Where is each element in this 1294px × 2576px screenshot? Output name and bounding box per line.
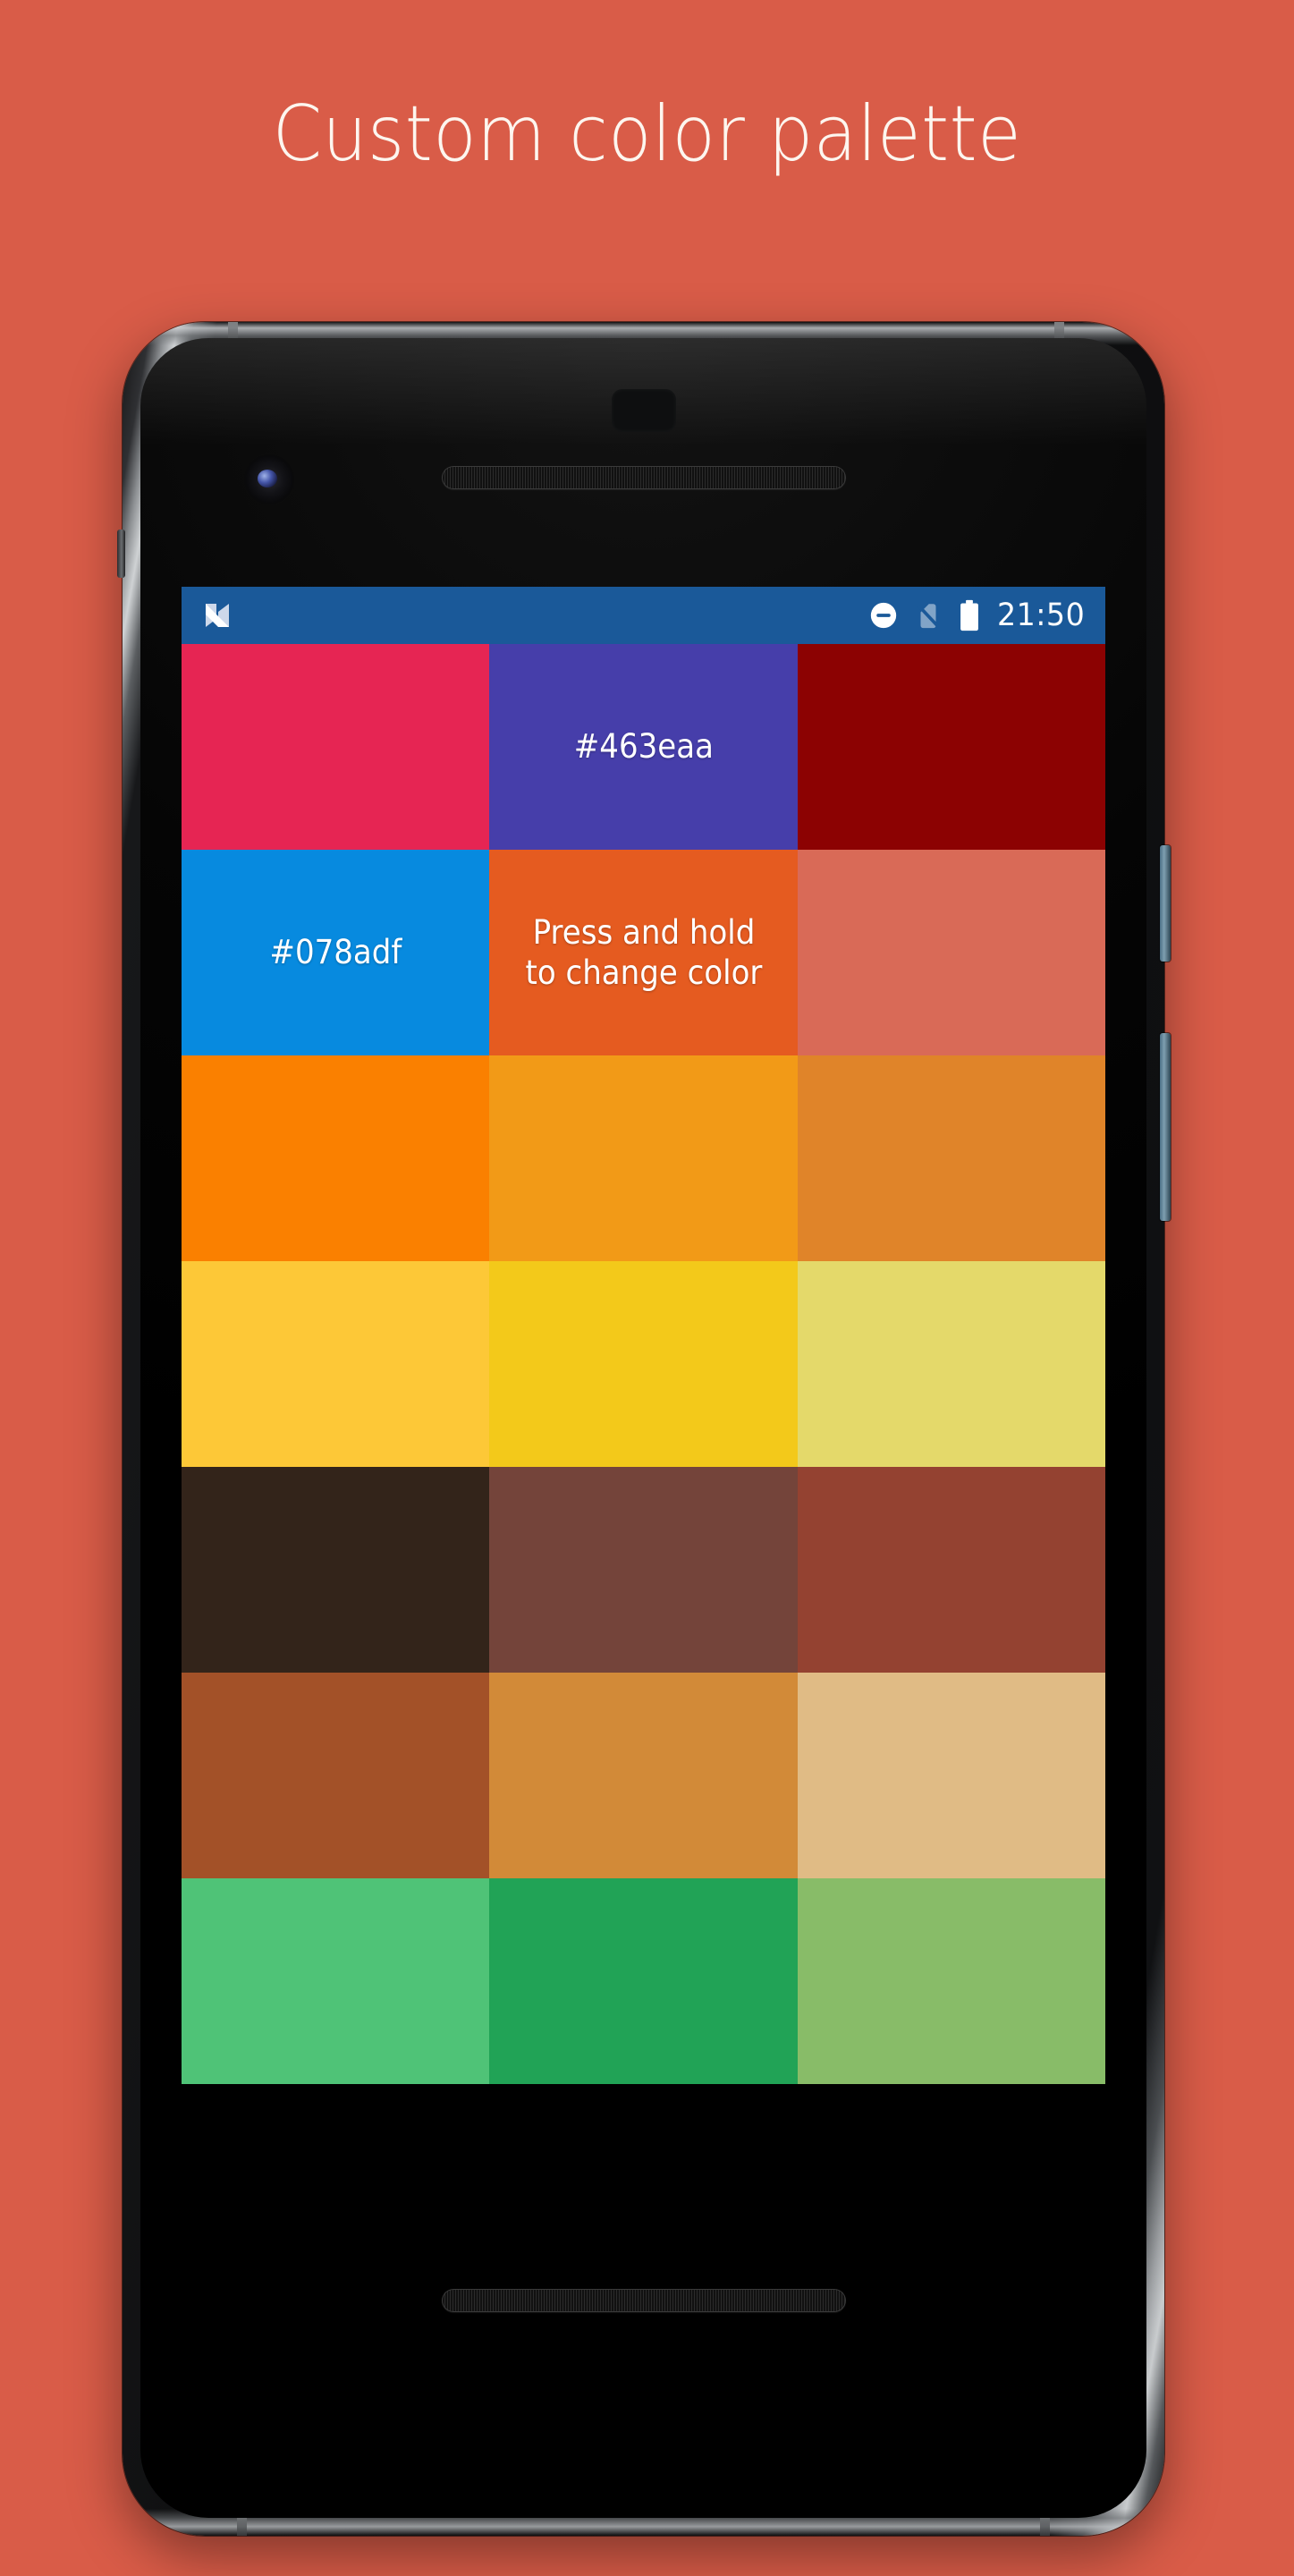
swatch-sienna[interactable] [182,1673,490,1878]
status-bar: 21:50 [182,587,1105,644]
color-swatch-label: #463eaa [573,727,714,767]
swatch-golden-yellow[interactable] [489,1261,798,1467]
swatch-tan[interactable] [797,1673,1105,1878]
phone-screen: 21:50 #463eaa #078adf Press and hold to ch… [182,587,1105,2100]
swatch-crimson[interactable] [182,644,490,850]
phone-mockup: 21:50 #463eaa #078adf Press and hold to ch… [117,322,1171,2536]
front-camera-icon [246,456,292,503]
status-bar-left [199,597,235,633]
swatch-salmon[interactable] [797,850,1105,1055]
swatch-brick[interactable] [797,1467,1105,1673]
swatch-green[interactable] [489,1878,798,2084]
battery-full-icon [958,599,981,631]
status-bar-clock: 21:50 [996,597,1085,633]
swatch-mint-green[interactable] [182,1878,490,2084]
page-title: Custom color palette [272,89,1022,179]
swatch-olive-green[interactable] [797,1878,1105,2084]
swatch-pale-yellow[interactable] [797,1261,1105,1467]
left-side-nub [117,530,125,578]
no-sim-icon [913,600,943,631]
proximity-sensor [611,389,676,432]
android-nougat-icon [199,597,235,633]
do-not-disturb-icon [868,600,899,631]
swatch-indigo[interactable]: #463eaa [489,644,798,850]
status-bar-right: 21:50 [868,599,1089,631]
swatch-sunflower[interactable] [182,1261,490,1467]
swatch-bright-orange[interactable] [182,1055,490,1261]
swatch-dark-brown[interactable] [182,1467,490,1673]
swatch-burnt-orange[interactable] [797,1055,1105,1261]
phone-glass-panel: 21:50 #463eaa #078adf Press and hold to ch… [140,338,1146,2518]
power-button[interactable] [1160,845,1171,962]
swatch-caramel[interactable] [489,1673,798,1878]
color-swatch-label: Press and hold to change color [525,912,762,992]
swatch-amber[interactable] [489,1055,798,1261]
color-swatch-label: #078adf [269,933,402,972]
swatch-orange-hint[interactable]: Press and hold to change color [489,850,798,1055]
color-palette-grid: #463eaa #078adf Press and hold to change c… [182,644,1105,2084]
bottom-speaker-grille [441,2289,846,2312]
swatch-cocoa[interactable] [489,1467,798,1673]
earpiece-speaker-grille [441,466,846,489]
swatch-dark-red[interactable] [797,644,1105,850]
volume-button[interactable] [1160,1033,1171,1221]
swatch-blue[interactable]: #078adf [182,850,490,1055]
